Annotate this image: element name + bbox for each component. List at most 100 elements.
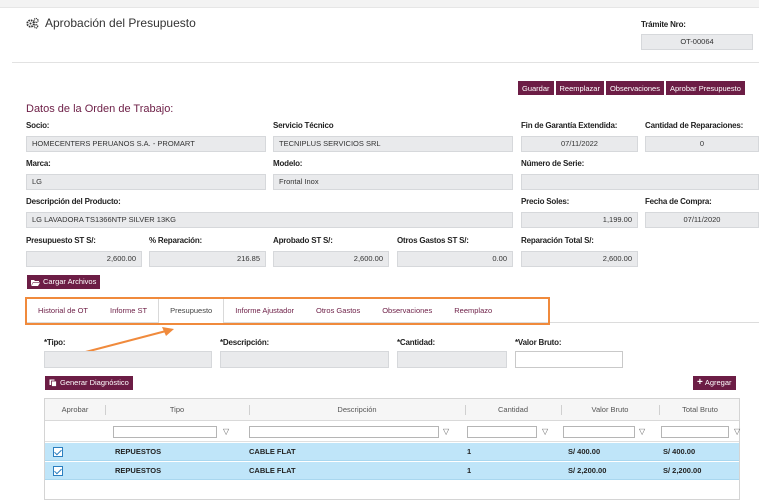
garantia-field: 07/11/2022 [521, 136, 638, 152]
cell-tipo: REPUESTOS [115, 466, 162, 475]
reparacion-total-field: 2,600.00 [521, 251, 638, 267]
valor-bruto-input[interactable] [515, 351, 623, 368]
aprobar-checkbox[interactable] [53, 466, 63, 476]
filter-icon[interactable]: ▽ [542, 427, 548, 436]
copy-icon [49, 379, 57, 387]
col-total-bruto[interactable]: Total Bruto [659, 399, 741, 421]
cell-cantidad: 1 [467, 447, 472, 456]
presupuesto-grid: Aprobar Tipo Descripción Cantidad Valor … [44, 398, 740, 500]
table-row[interactable]: REPUESTOS CABLE FLAT 1 S/ 2,200.00 S/ 2,… [45, 462, 739, 480]
filter-tipo-input[interactable] [113, 426, 217, 438]
guardar-button[interactable]: Guardar [517, 80, 555, 96]
col-aprobar[interactable]: Aprobar [45, 399, 105, 421]
filter-cantidad-input[interactable] [467, 426, 537, 438]
porcentaje-label: % Reparación: [149, 236, 202, 245]
aprobado-label: Aprobado ST S/: [273, 236, 333, 245]
presupuesto-label: Presupuesto ST S/: [26, 236, 96, 245]
precio-field: 1,199.00 [521, 212, 638, 228]
page-title-wrap: Aprobación del Presupuesto [26, 16, 196, 30]
tab-informe-ajustador[interactable]: Informe Ajustador [224, 299, 305, 323]
otros-gastos-field: 0.00 [397, 251, 513, 267]
descripcion-select[interactable] [220, 351, 389, 368]
tabs-bar: Historial de OT Informe ST Presupuesto I… [25, 297, 550, 325]
tab-historial[interactable]: Historial de OT [27, 299, 99, 323]
section-title: Datos de la Orden de Trabajo: [26, 103, 174, 115]
presupuesto-field: 2,600.00 [26, 251, 142, 267]
generar-diagnostico-label: Generar Diagnóstico [60, 378, 129, 387]
top-strip [0, 0, 759, 8]
tab-reemplazo[interactable]: Reemplazo [443, 299, 503, 323]
cell-valor-bruto: S/ 400.00 [568, 447, 601, 456]
marca-field: LG [26, 174, 266, 190]
page-title: Aprobación del Presupuesto [45, 16, 196, 30]
col-descripcion[interactable]: Descripción [249, 399, 465, 421]
grid-header: Aprobar Tipo Descripción Cantidad Valor … [45, 399, 739, 421]
cantidad-reparaciones-label: Cantidad de Reparaciones: [645, 121, 744, 130]
table-row[interactable]: REPUESTOS CABLE FLAT 1 S/ 400.00 S/ 400.… [45, 443, 739, 461]
tab-informe-st[interactable]: Informe ST [99, 299, 158, 323]
toolbar: Guardar Reemplazar Observaciones Aprobar… [517, 80, 746, 96]
cell-descripcion: CABLE FLAT [249, 466, 296, 475]
plus-icon: + [697, 377, 703, 388]
col-tipo[interactable]: Tipo [105, 399, 249, 421]
cell-valor-bruto: S/ 2,200.00 [568, 466, 607, 475]
filter-descripcion-input[interactable] [249, 426, 439, 438]
filter-icon[interactable]: ▽ [639, 427, 645, 436]
socio-label: Socio: [26, 121, 50, 130]
cell-cantidad: 1 [467, 466, 472, 475]
aprobado-field: 2,600.00 [273, 251, 389, 267]
filter-total-input[interactable] [661, 426, 729, 438]
cell-descripcion: CABLE FLAT [249, 447, 296, 456]
tab-otros-gastos[interactable]: Otros Gastos [305, 299, 371, 323]
descripcion-producto-field: LG LAVADORA TS1366NTP SILVER 13KG [26, 212, 513, 228]
tab-presupuesto[interactable]: Presupuesto [158, 299, 225, 323]
servicio-field: TECNIPLUS SERVICIOS SRL [273, 136, 513, 152]
valor-bruto-label: *Valor Bruto: [515, 338, 562, 347]
cell-total-bruto: S/ 2,200.00 [663, 466, 702, 475]
filter-icon[interactable]: ▽ [223, 427, 229, 436]
porcentaje-field: 216.85 [149, 251, 266, 267]
servicio-label: Servicio Técnico [273, 121, 334, 130]
col-cantidad[interactable]: Cantidad [465, 399, 561, 421]
cell-total-bruto: S/ 400.00 [663, 447, 696, 456]
cantidad-reparaciones-field: 0 [645, 136, 759, 152]
cantidad-input[interactable] [397, 351, 507, 368]
agregar-button[interactable]: + Agregar [692, 375, 737, 391]
descripcion-label: *Descripción: [220, 338, 269, 347]
gears-icon [26, 17, 39, 29]
tramite-field: OT-00064 [641, 34, 753, 50]
modelo-label: Modelo: [273, 159, 303, 168]
folder-open-icon [31, 279, 40, 286]
socio-field: HOMECENTERS PERUANOS S.A. - PROMART [26, 136, 266, 152]
filter-icon[interactable]: ▽ [443, 427, 449, 436]
fecha-compra-field: 07/11/2020 [645, 212, 759, 228]
serie-field [521, 174, 759, 190]
cantidad-label: *Cantidad: [397, 338, 436, 347]
descripcion-producto-label: Descripción del Producto: [26, 197, 121, 206]
cell-tipo: REPUESTOS [115, 447, 162, 456]
serie-label: Número de Serie: [521, 159, 585, 168]
tipo-select[interactable] [44, 351, 212, 368]
generar-diagnostico-button[interactable]: Generar Diagnóstico [44, 375, 134, 391]
cargar-archivos-label: Cargar Archivos [43, 277, 97, 286]
fecha-compra-label: Fecha de Compra: [645, 197, 712, 206]
observaciones-button[interactable]: Observaciones [604, 80, 665, 96]
tramite-label: Trámite Nro: [641, 20, 686, 29]
col-valor-bruto[interactable]: Valor Bruto [561, 399, 659, 421]
modelo-field: Frontal Inox [273, 174, 513, 190]
aprobar-presupuesto-button[interactable]: Aprobar Presupuesto [664, 80, 746, 96]
precio-label: Precio Soles: [521, 197, 570, 206]
cargar-archivos-button[interactable]: Cargar Archivos [26, 274, 102, 290]
marca-label: Marca: [26, 159, 51, 168]
aprobar-checkbox[interactable] [53, 447, 63, 457]
grid-filter-row: ▽ ▽ ▽ ▽ ▽ [45, 422, 740, 442]
reemplazar-button[interactable]: Reemplazar [554, 80, 605, 96]
filter-icon[interactable]: ▽ [734, 427, 740, 436]
agregar-label: Agregar [704, 378, 732, 387]
reparacion-total-label: Reparación Total S/: [521, 236, 594, 245]
filter-valor-input[interactable] [563, 426, 635, 438]
otros-gastos-label: Otros Gastos ST S/: [397, 236, 469, 245]
tipo-label: *Tipo: [44, 338, 66, 347]
tab-observaciones[interactable]: Observaciones [371, 299, 443, 323]
garantia-label: Fin de Garantía Extendida: [521, 121, 618, 130]
